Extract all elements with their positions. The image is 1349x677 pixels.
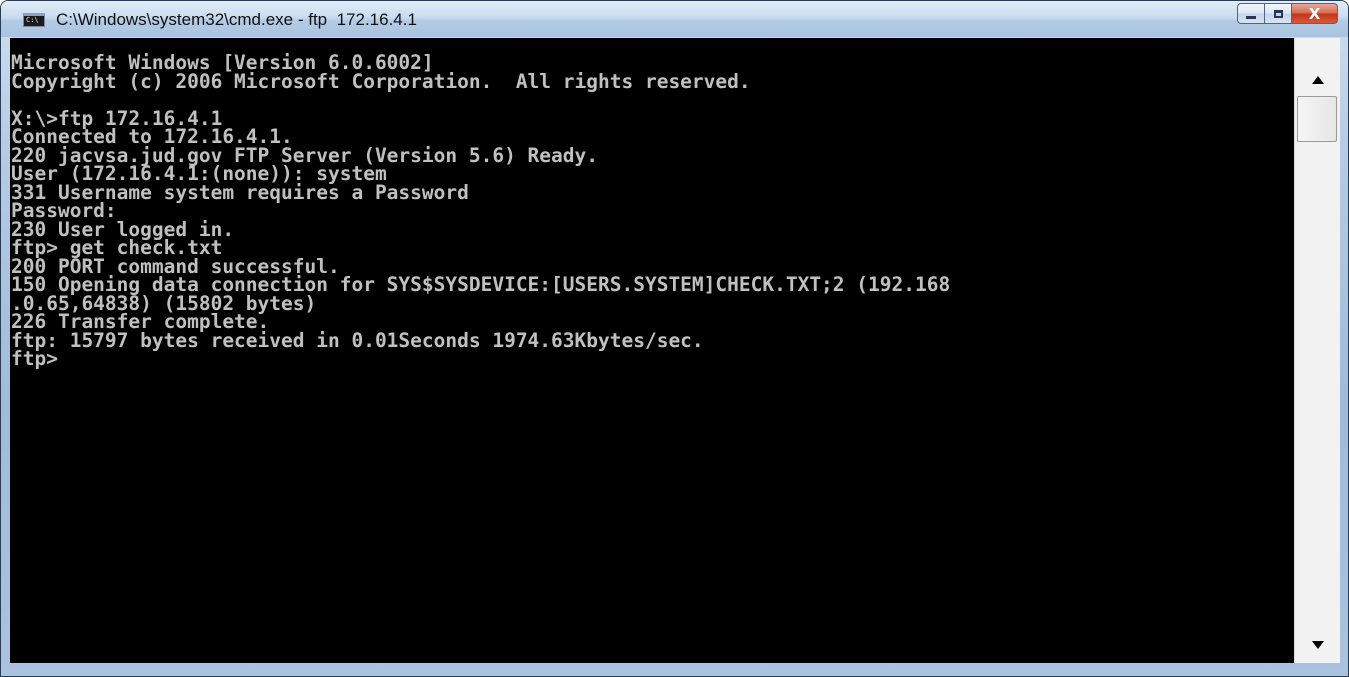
arrow-down-icon	[1311, 641, 1324, 649]
window-controls: X	[1237, 3, 1338, 25]
maximize-button[interactable]	[1265, 3, 1292, 24]
console-output[interactable]: Microsoft Windows [Version 6.0.6002] Copy…	[10, 38, 1294, 663]
window-title: C:\Windows\system32\cmd.exe - ftp 172.16…	[56, 10, 417, 29]
console-line: 331 Username system requires a Password	[11, 180, 469, 204]
scrollbar-thumb[interactable]	[1297, 96, 1337, 142]
cmd-icon[interactable]: C:\	[23, 13, 45, 27]
console-text: Microsoft Windows [Version 6.0.6002] Copy…	[10, 38, 1294, 369]
vertical-scrollbar[interactable]	[1294, 38, 1340, 663]
close-icon: X	[1308, 4, 1321, 23]
minimize-button[interactable]	[1237, 3, 1265, 24]
scroll-down-button[interactable]	[1295, 631, 1340, 659]
maximize-icon	[1273, 9, 1283, 18]
arrow-up-icon	[1311, 76, 1324, 84]
cmd-window: C:\ C:\Windows\system32\cmd.exe - ftp 17…	[0, 0, 1349, 677]
console-line: ftp>	[11, 347, 58, 370]
minimize-icon	[1246, 16, 1256, 19]
title-bar[interactable]: C:\ C:\Windows\system32\cmd.exe - ftp 17…	[1, 1, 1348, 37]
close-button[interactable]: X	[1292, 3, 1338, 24]
console-line: Copyright (c) 2006 Microsoft Corporation…	[11, 69, 751, 93]
scroll-up-button[interactable]	[1295, 66, 1340, 94]
console-line: ftp: 15797 bytes received in 0.01Seconds…	[11, 328, 704, 352]
cmd-icon-text: C:\	[26, 16, 39, 24]
